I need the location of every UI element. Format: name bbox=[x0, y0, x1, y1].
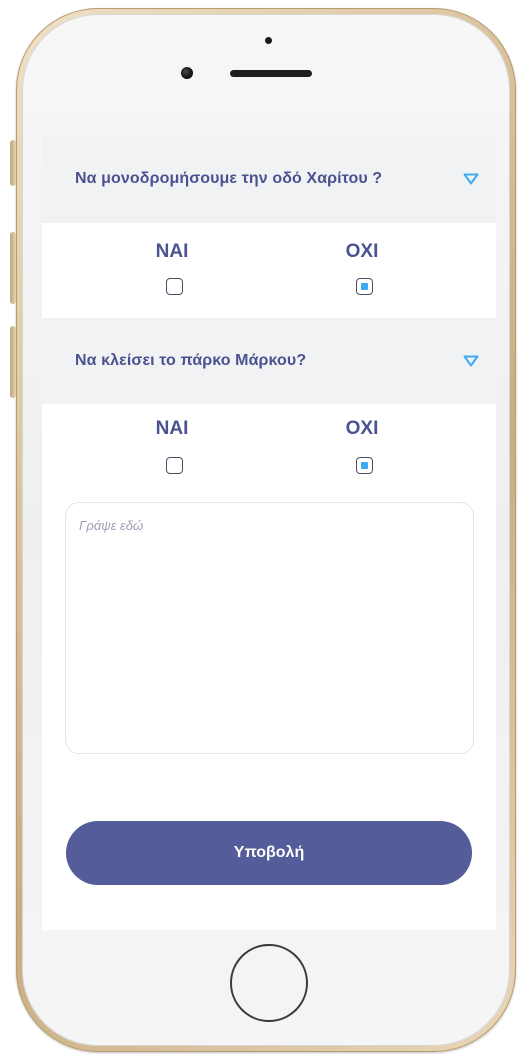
mute-switch bbox=[10, 140, 16, 186]
option-yes-label: ΝΑΙ bbox=[155, 418, 189, 439]
volume-down-button bbox=[10, 326, 16, 398]
option-no-label: ΟΧΙ bbox=[345, 418, 379, 439]
comment-textarea[interactable] bbox=[65, 502, 474, 754]
front-camera-icon bbox=[181, 67, 193, 79]
question-1-title: Να μονοδρομήσουμε την οδό Χαρίτου ? bbox=[75, 170, 383, 187]
home-button[interactable] bbox=[230, 944, 308, 1022]
question-2-header[interactable]: Να κλείσει το πάρκο Μάρκου? bbox=[42, 318, 496, 404]
question-1-options: ΝΑΙ ΟΧΙ bbox=[42, 223, 496, 318]
submit-button[interactable]: Υποβολή bbox=[66, 821, 472, 885]
question-2-title: Να κλείσει το πάρκο Μάρκου? bbox=[75, 352, 307, 369]
option-yes-checkbox[interactable] bbox=[166, 278, 183, 295]
volume-up-button bbox=[10, 232, 16, 304]
expand-chevron-icon[interactable] bbox=[463, 355, 479, 367]
question-1-header[interactable]: Να μονοδρομήσουμε την οδό Χαρίτου ? bbox=[42, 135, 496, 223]
proximity-sensor bbox=[265, 37, 272, 44]
option-no-label: ΟΧΙ bbox=[345, 241, 379, 262]
question-2-options: ΝΑΙ ΟΧΙ bbox=[42, 404, 496, 499]
option-no-checkbox[interactable] bbox=[356, 457, 373, 474]
app-screen: Να μονοδρομήσουμε την οδό Χαρίτου ? ΝΑΙ … bbox=[42, 135, 496, 930]
earpiece-speaker bbox=[230, 70, 312, 77]
option-yes-checkbox[interactable] bbox=[166, 457, 183, 474]
expand-chevron-icon[interactable] bbox=[463, 173, 479, 185]
option-yes-label: ΝΑΙ bbox=[155, 241, 189, 262]
option-no-checkbox[interactable] bbox=[356, 278, 373, 295]
